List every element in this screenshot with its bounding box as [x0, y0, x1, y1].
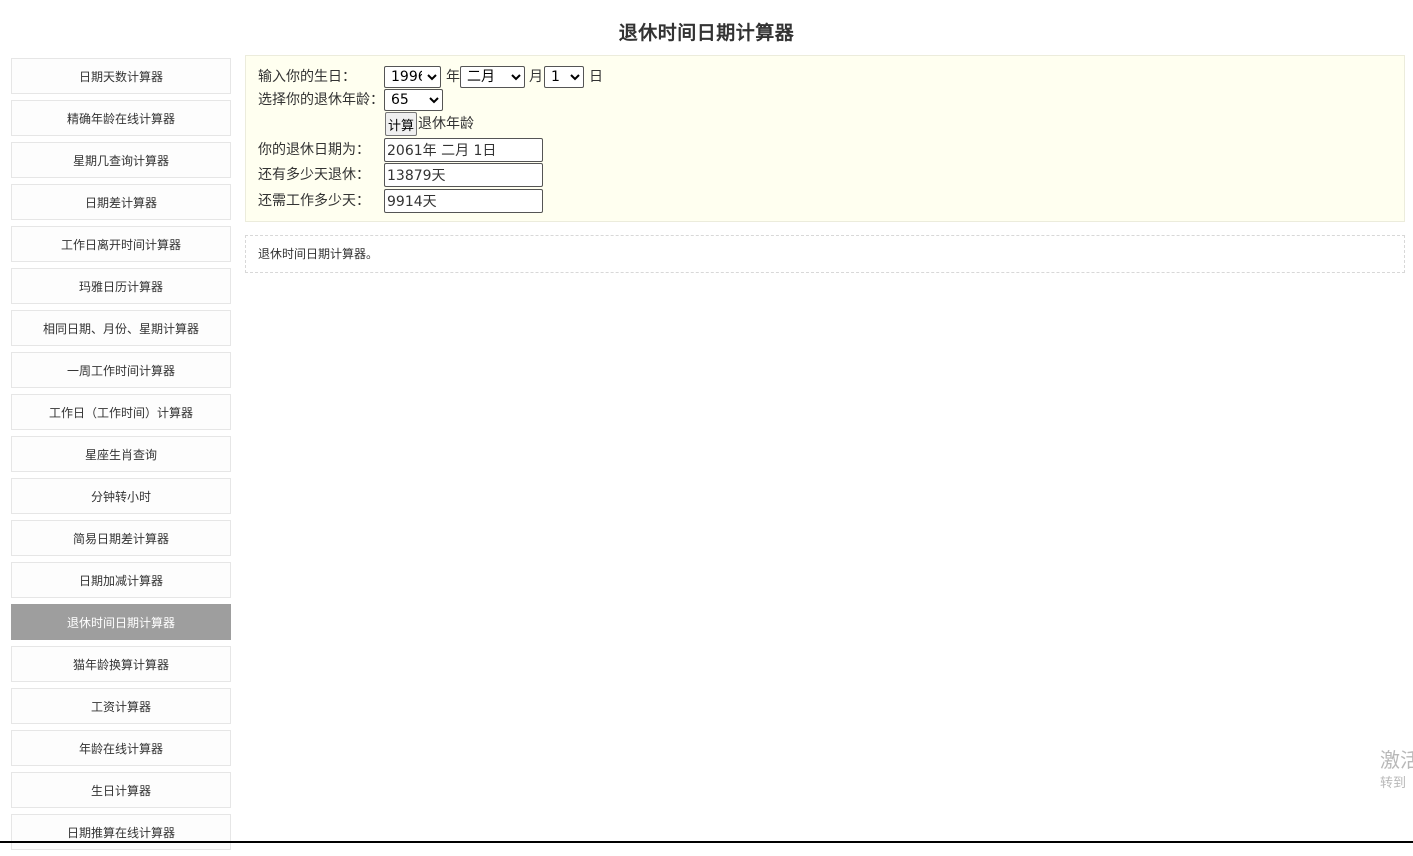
sidebar-item[interactable]: 工资计算器: [11, 688, 231, 724]
retire-age-row: 选择你的退休年龄： 65: [258, 89, 658, 111]
sidebar-item[interactable]: 日期差计算器: [11, 184, 231, 220]
retire-date-field[interactable]: [384, 138, 543, 162]
birth-month-select[interactable]: 二月: [460, 66, 525, 88]
days-left-field[interactable]: [384, 163, 543, 187]
sidebar-item[interactable]: 日期天数计算器: [11, 58, 231, 94]
sidebar-item[interactable]: 年龄在线计算器: [11, 730, 231, 766]
calculate-suffix: 退休年龄: [418, 116, 474, 132]
watermark-line-2: 转到: [1380, 776, 1407, 791]
birth-year-select[interactable]: 1996: [384, 66, 441, 88]
retire-age-select[interactable]: 65: [384, 89, 443, 111]
watermark-line-1: 激活: [1380, 748, 1413, 772]
sidebar-item[interactable]: 日期加减计算器: [11, 562, 231, 598]
calculate-row: 计算 退休年龄: [258, 112, 658, 136]
sidebar-item[interactable]: 工作日（工作时间）计算器: [11, 394, 231, 430]
activation-watermark: 激活 转到: [1380, 746, 1413, 794]
birthday-row: 输入你的生日： 1996 年 二月 月 1 日: [258, 66, 658, 88]
year-unit: 年: [446, 69, 460, 85]
sidebar-item[interactable]: 精确年龄在线计算器: [11, 100, 231, 136]
sidebar-item[interactable]: 生日计算器: [11, 772, 231, 808]
work-days-row: 还需工作多少天：: [258, 189, 658, 213]
retirement-calculator-panel: 输入你的生日： 1996 年 二月 月 1 日 选择你的退休年龄： 65 计算 …: [245, 55, 1405, 222]
retire-date-label: 你的退休日期为：: [258, 142, 370, 158]
sidebar-item[interactable]: 相同日期、月份、星期计算器: [11, 310, 231, 346]
sidebar-nav: 日期天数计算器 精确年龄在线计算器 星期几查询计算器 日期差计算器 工作日离开时间计算器…: [11, 58, 231, 856]
sidebar-item[interactable]: 日期推算在线计算器: [11, 814, 231, 850]
calculate-button[interactable]: 计算: [385, 112, 418, 136]
sidebar-item[interactable]: 退休时间日期计算器: [11, 604, 231, 640]
day-unit: 日: [589, 69, 603, 85]
birth-day-select[interactable]: 1: [544, 66, 584, 88]
sidebar-item[interactable]: 玛雅日历计算器: [11, 268, 231, 304]
sidebar-item[interactable]: 一周工作时间计算器: [11, 352, 231, 388]
sidebar-item[interactable]: 猫年龄换算计算器: [11, 646, 231, 682]
work-days-label: 还需工作多少天：: [258, 193, 370, 209]
days-left-label: 还有多少天退休：: [258, 167, 370, 183]
sidebar-item[interactable]: 星座生肖查询: [11, 436, 231, 472]
sidebar-item[interactable]: 星期几查询计算器: [11, 142, 231, 178]
birthday-label: 输入你的生日：: [258, 69, 356, 85]
days-left-row: 还有多少天退休：: [258, 163, 658, 187]
sidebar-item[interactable]: 简易日期差计算器: [11, 520, 231, 556]
retire-date-row: 你的退休日期为：: [258, 138, 658, 162]
month-unit: 月: [529, 69, 543, 85]
retire-age-label: 选择你的退休年龄：: [258, 92, 384, 108]
sidebar-item[interactable]: 工作日离开时间计算器: [11, 226, 231, 262]
work-days-field[interactable]: [384, 189, 543, 213]
description-box: 退休时间日期计算器。: [245, 235, 1405, 273]
page-title: 退休时间日期计算器: [618, 22, 795, 44]
sidebar-item[interactable]: 分钟转小时: [11, 478, 231, 514]
